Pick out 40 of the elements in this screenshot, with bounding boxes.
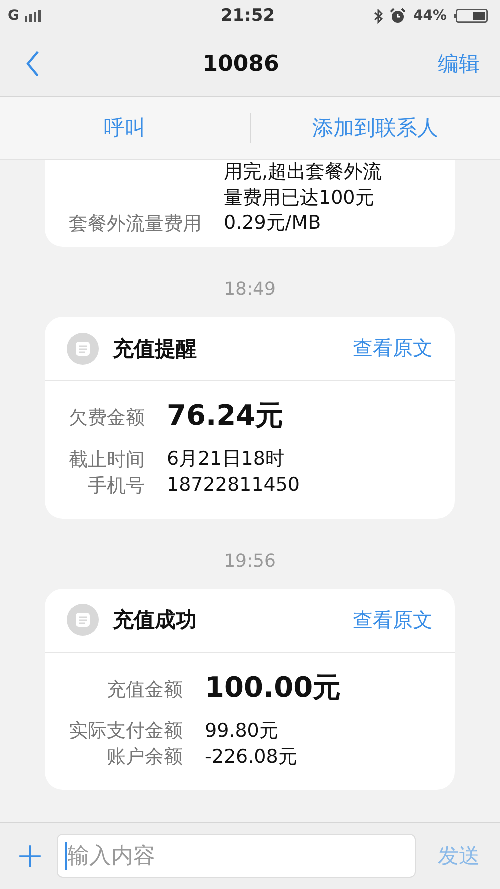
field-value: 18722811450 [167, 473, 301, 498]
field-label: 欠费金额 [69, 406, 145, 432]
contact-title: 10086 [202, 52, 280, 76]
view-original-link[interactable]: 查看原文 [353, 335, 433, 362]
field-value: 100.00元 [205, 670, 342, 706]
field-value: 99.80元 [205, 718, 280, 744]
field-label: 实际支付金额 [69, 719, 183, 744]
field-value: 用完,超出套餐外流 [224, 160, 384, 185]
field-label: 手机号 [88, 474, 145, 499]
edit-button[interactable]: 编辑 [438, 50, 480, 78]
battery-percent: 44% [413, 8, 447, 24]
action-button[interactable]: 添加到联系人 [250, 113, 500, 143]
message-input[interactable]: 输入内容 [56, 834, 416, 878]
add-button[interactable]: + [16, 836, 44, 876]
send-button[interactable]: 发送 [428, 842, 484, 870]
clock-time: 21:52 [220, 6, 276, 26]
field-label: 账户余额 [107, 745, 183, 770]
signal-icon [24, 10, 40, 22]
field-value: 6月21日18时 [167, 447, 286, 472]
field-value: 量费用已达100元 [224, 186, 376, 211]
alarm-clock-icon [390, 8, 406, 24]
battery-icon [454, 9, 488, 23]
field-label: 套餐外流量费用 [69, 212, 202, 238]
field-label: 充值金额 [107, 678, 183, 703]
field-label: 截止时间 [69, 448, 145, 473]
back-chevron-icon [26, 51, 40, 77]
field-value: 0.29元/MB [224, 211, 322, 236]
message-icon [67, 332, 99, 365]
bluetooth-icon [374, 8, 384, 24]
timestamp: 19:56 [224, 550, 276, 572]
field-value: 76.24元 [167, 398, 285, 434]
card-title: 充值提醒 [113, 336, 198, 363]
action-button[interactable]: 呼叫 [0, 113, 250, 143]
card-title: 充值成功 [113, 607, 198, 634]
view-original-link[interactable]: 查看原文 [353, 606, 433, 634]
message-icon [67, 604, 99, 636]
text-cursor [64, 842, 66, 870]
network-type: G [8, 8, 20, 24]
field-value: -226.08元 [205, 744, 298, 770]
timestamp: 18:49 [224, 279, 276, 300]
